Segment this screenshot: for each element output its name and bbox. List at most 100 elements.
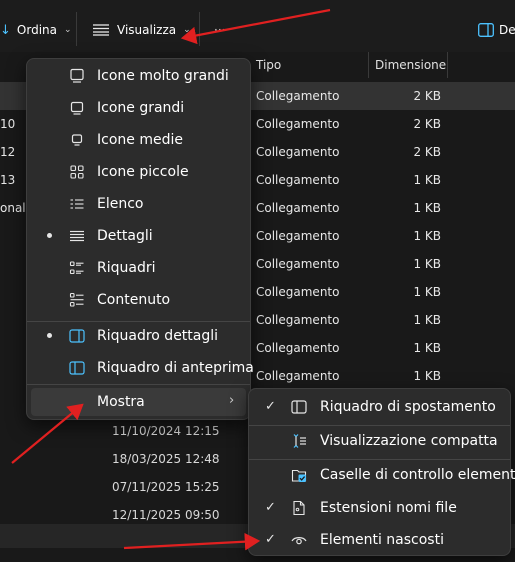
column-header-type[interactable]: Tipo (256, 52, 281, 78)
file-size-cell: 1 KB (413, 313, 441, 327)
more-label: ··· (214, 23, 226, 37)
file-type-cell: Collegamento (256, 257, 340, 271)
toolbar-divider (199, 12, 200, 46)
menu-separator (27, 384, 250, 385)
menu-item-label: Icone medie (97, 132, 183, 148)
content-icon (69, 292, 85, 308)
selected-dot-icon (47, 333, 52, 338)
chevron-down-icon: ⌄ (183, 25, 191, 35)
menu-item-details[interactable]: Dettagli (31, 222, 246, 250)
tiles-icon (69, 260, 85, 276)
column-header-size-label: Dimensione (375, 58, 447, 72)
details-pane-icon (478, 23, 494, 37)
menu-item-compact-view[interactable]: Visualizzazione compatta (253, 427, 506, 455)
column-divider[interactable] (368, 52, 369, 78)
menu-item-navigation-pane[interactable]: ✓ Riquadro di spostamento (253, 393, 506, 421)
menu-item-preview-pane[interactable]: Riquadro di anteprima (31, 354, 254, 382)
file-type-cell: Collegamento (256, 117, 340, 131)
menu-item-label: Mostra (97, 394, 145, 410)
file-size-cell: 2 KB (413, 145, 441, 159)
monitor-large-icon (69, 68, 85, 84)
menu-item-label: Dettagli (97, 228, 153, 244)
menu-item-label: Riquadro dettagli (97, 328, 219, 344)
menu-item-hidden-items[interactable]: ✓ Elementi nascosti (253, 526, 506, 554)
file-type-cell: Collegamento (256, 89, 340, 103)
monitor-icon (69, 100, 85, 116)
file-name-cell: 12 (0, 145, 16, 159)
file-extension-icon (291, 500, 307, 516)
file-type-cell: Collegamento (256, 285, 340, 299)
file-type-cell: Collegamento (256, 201, 340, 215)
menu-item-label: Riquadri (97, 260, 156, 276)
menu-item-extra-large-icons[interactable]: Icone molto grandi (31, 62, 246, 90)
file-type-cell: Collegamento (256, 229, 340, 243)
file-type-cell: Collegamento (256, 313, 340, 327)
file-type-cell: Collegamento (256, 145, 340, 159)
menu-item-label: Elementi nascosti (320, 532, 444, 548)
compact-view-icon (291, 433, 307, 449)
chevron-right-icon: › (229, 393, 235, 408)
eye-icon (291, 532, 307, 548)
column-header-size[interactable]: Dimensione (375, 52, 446, 78)
file-type-cell: Collegamento (256, 341, 340, 355)
file-type-cell: Collegamento (256, 173, 340, 187)
menu-item-file-extensions[interactable]: ✓ Estensioni nomi file (253, 494, 506, 522)
menu-item-details-pane[interactable]: Riquadro dettagli (31, 322, 246, 350)
list-icon (69, 196, 85, 212)
menu-item-tiles[interactable]: Riquadri (31, 254, 246, 282)
menu-item-medium-icons[interactable]: Icone medie (31, 126, 246, 154)
menu-item-large-icons[interactable]: Icone grandi (31, 94, 246, 122)
file-size-cell: 1 KB (413, 341, 441, 355)
menu-item-label: Riquadro di anteprima (97, 360, 254, 376)
item-checkbox-icon (291, 467, 307, 483)
sort-label: Ordina (16, 23, 57, 37)
date-modified-cell: 07/11/2025 15:25 (112, 480, 220, 494)
date-modified-cell: 11/10/2024 12:15 (112, 424, 220, 438)
view-button[interactable]: Visualizza ⌄ (93, 20, 191, 40)
menu-item-label: Icone grandi (97, 100, 185, 116)
file-type-cell: Collegamento (256, 369, 340, 383)
file-size-cell: 1 KB (413, 369, 441, 383)
menu-item-label: Contenuto (97, 292, 171, 308)
menu-item-label: Visualizzazione compatta (320, 433, 498, 449)
menu-item-label: Icone piccole (97, 164, 189, 180)
checkmark-icon: ✓ (265, 399, 276, 414)
file-name-cell: 10 (0, 117, 16, 131)
monitor-small-icon (69, 132, 85, 148)
more-options-button[interactable]: ··· (214, 20, 225, 40)
details-pane-button[interactable]: De (478, 20, 515, 40)
details-pane-icon (69, 328, 85, 344)
sort-down-arrow-icon: ↓ (0, 22, 11, 38)
view-menu: Icone molto grandi Icone grandi Icone me… (26, 58, 254, 420)
file-name-cell: onal (0, 201, 26, 215)
selected-dot-icon (47, 233, 52, 238)
menu-item-label: Caselle di controllo elementi (320, 467, 515, 483)
chevron-down-icon: ⌄ (63, 25, 72, 35)
sort-button[interactable]: ↓ Ordina ⌄ (0, 20, 72, 40)
file-size-cell: 2 KB (413, 117, 441, 131)
checkmark-icon: ✓ (265, 500, 276, 515)
view-label: Visualizza (117, 23, 177, 37)
column-header-type-label: Tipo (256, 58, 282, 72)
preview-pane-icon (69, 360, 85, 376)
menu-item-item-checkboxes[interactable]: Caselle di controllo elementi (253, 461, 515, 489)
file-size-cell: 1 KB (413, 229, 441, 243)
menu-item-show[interactable]: Mostra › (31, 388, 246, 416)
menu-separator (249, 459, 510, 460)
menu-item-list[interactable]: Elenco (31, 190, 246, 218)
details-icon (69, 228, 85, 244)
menu-item-label: Riquadro di spostamento (320, 399, 496, 415)
file-name-cell: 13 (0, 173, 16, 187)
menu-item-small-icons[interactable]: Icone piccole (31, 158, 246, 186)
file-size-cell: 2 KB (413, 89, 441, 103)
menu-item-label: Estensioni nomi file (320, 500, 457, 516)
date-modified-cell: 18/03/2025 12:48 (112, 452, 220, 466)
small-icons-grid-icon (69, 164, 85, 180)
date-modified-cell: 12/11/2025 09:50 (112, 508, 220, 522)
column-divider[interactable] (447, 52, 448, 78)
menu-separator (249, 425, 510, 426)
show-submenu: ✓ Riquadro di spostamento Visualizzazion… (248, 388, 515, 556)
menu-item-content[interactable]: Contenuto (31, 286, 246, 314)
file-size-cell: 1 KB (413, 201, 441, 215)
checkmark-icon: ✓ (265, 532, 276, 547)
